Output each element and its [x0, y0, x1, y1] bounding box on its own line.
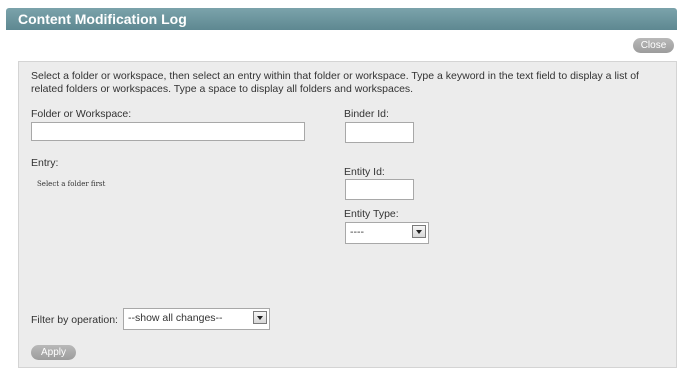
close-button[interactable]: Close	[633, 38, 674, 53]
folder-label: Folder or Workspace:	[31, 108, 132, 120]
filter-value: --show all changes--	[128, 312, 223, 324]
chevron-down-icon	[253, 311, 267, 324]
entity-type-label: Entity Type:	[344, 208, 399, 220]
folder-input[interactable]	[31, 122, 305, 141]
entity-type-select[interactable]: ----	[345, 222, 429, 244]
entity-id-label: Entity Id:	[344, 166, 385, 178]
entry-note: Select a folder first	[37, 180, 106, 188]
dialog-title-bar: Content Modification Log	[6, 8, 677, 30]
form-panel: Select a folder or workspace, then selec…	[18, 61, 677, 368]
dialog-title: Content Modification Log	[18, 11, 187, 27]
instructions-text: Select a folder or workspace, then selec…	[31, 70, 639, 95]
entity-id-input[interactable]	[345, 179, 414, 200]
binder-id-input[interactable]	[345, 122, 414, 143]
chevron-down-icon	[412, 225, 426, 238]
entity-type-value: ----	[350, 226, 364, 238]
filter-label: Filter by operation:	[31, 314, 118, 326]
apply-button[interactable]: Apply	[31, 345, 76, 360]
filter-select[interactable]: --show all changes--	[123, 308, 270, 330]
binder-id-label: Binder Id:	[344, 108, 389, 120]
entry-label: Entry:	[31, 157, 59, 169]
